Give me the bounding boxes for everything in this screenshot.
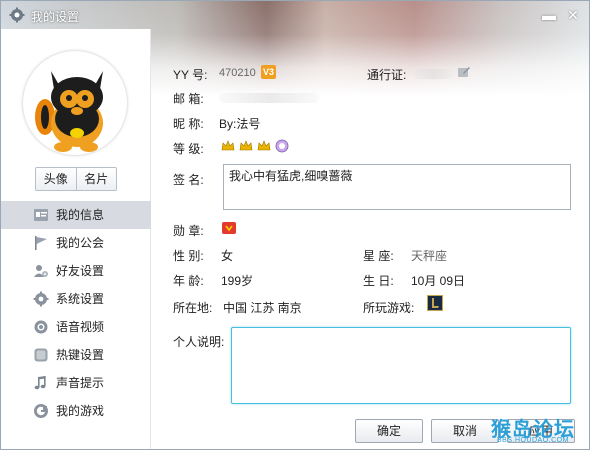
description-label: 个人说明: bbox=[173, 335, 225, 349]
nav-label: 热键设置 bbox=[56, 348, 105, 362]
gear-icon bbox=[33, 291, 49, 307]
nav-label: 我的公会 bbox=[56, 236, 105, 250]
close-button[interactable]: ✕ bbox=[565, 7, 581, 23]
medal-icon bbox=[222, 222, 236, 234]
location-value: 中国 江苏 南京 bbox=[223, 301, 302, 315]
email-label: 邮 箱: bbox=[173, 92, 204, 106]
nav-system-settings[interactable]: 系统设置 bbox=[1, 285, 151, 313]
nav-friend-settings[interactable]: 好友设置 bbox=[1, 257, 151, 285]
yy-label: YY 号: bbox=[173, 68, 208, 82]
nav-label: 好友设置 bbox=[56, 264, 105, 278]
signature-input[interactable]: 我心中有猛虎,细嗅蔷薇 bbox=[223, 164, 571, 210]
birthday-label: 生 日: bbox=[363, 274, 394, 288]
games-label: 所玩游戏: bbox=[363, 301, 415, 315]
gender-value: 女 bbox=[221, 249, 234, 263]
description-textarea[interactable] bbox=[231, 327, 571, 404]
nickname-label: 昵 称: bbox=[173, 117, 204, 131]
nav-label: 我的信息 bbox=[56, 208, 105, 222]
nav-sound-alerts[interactable]: 声音提示 bbox=[1, 369, 151, 397]
constellation-label: 星 座: bbox=[363, 249, 394, 263]
window-title: 我的设置 bbox=[31, 10, 80, 24]
voice-video-icon bbox=[34, 320, 48, 334]
nav-my-guild[interactable]: 我的公会 bbox=[1, 229, 151, 257]
title-bar[interactable]: 我的设置 ▬ ✕ bbox=[1, 1, 589, 29]
music-note-icon bbox=[34, 376, 46, 390]
crown-icon bbox=[257, 140, 271, 151]
passport-label: 通行证: bbox=[367, 68, 407, 82]
crown-icon bbox=[239, 140, 253, 151]
constellation-value: 天秤座 bbox=[411, 249, 448, 263]
my-info-panel: YY 号: 470210 V3 通行证: 邮 箱: 昵 称: By:法号 等 级… bbox=[151, 29, 589, 449]
nav-hotkey-settings[interactable]: 热键设置 bbox=[1, 341, 151, 369]
gender-label: 性 别: bbox=[173, 249, 204, 263]
age-value: 199岁 bbox=[221, 274, 254, 288]
batman-mascot-avatar-icon bbox=[35, 71, 103, 152]
game-lol-icon[interactable] bbox=[427, 295, 443, 311]
game-g-icon bbox=[34, 404, 48, 418]
nickname-value: By:法号 bbox=[219, 117, 261, 131]
yy-number: 470210 bbox=[219, 67, 256, 79]
nav-label: 系统设置 bbox=[56, 292, 105, 306]
crown-icon bbox=[221, 140, 235, 151]
avatar[interactable] bbox=[23, 51, 127, 155]
settings-window: 我的设置 ▬ ✕ 头像 名片 我的信息 我的公会 好友设置 系统设置 语音视频 … bbox=[0, 0, 590, 450]
ok-button[interactable]: 确定 bbox=[355, 419, 423, 443]
nav-my-games[interactable]: 我的游戏 bbox=[1, 397, 151, 425]
nav-my-info[interactable]: 我的信息 bbox=[1, 201, 151, 229]
nav-voice-video[interactable]: 语音视频 bbox=[1, 313, 151, 341]
cancel-button[interactable]: 取消 bbox=[431, 419, 499, 443]
edit-pencil-icon[interactable] bbox=[457, 65, 471, 79]
gear-icon bbox=[9, 7, 25, 23]
watermark: 猴岛论坛 BBS.HOUDAO.COM bbox=[491, 413, 587, 449]
signature-label: 签 名: bbox=[173, 173, 204, 187]
id-card-icon bbox=[34, 209, 48, 221]
email-value-redacted bbox=[219, 93, 319, 103]
friend-gear-icon bbox=[34, 265, 48, 277]
left-panel: 头像 名片 我的信息 我的公会 好友设置 系统设置 语音视频 热键设置 声音提示… bbox=[1, 29, 151, 449]
vip-level-badge: V3 bbox=[261, 65, 276, 79]
medal-label: 勋 章: bbox=[173, 224, 204, 238]
birthday-value: 10月 09日 bbox=[411, 274, 466, 288]
settings-nav: 我的信息 我的公会 好友设置 系统设置 语音视频 热键设置 声音提示 我的游戏 bbox=[1, 201, 151, 425]
minimize-button[interactable]: ▬ bbox=[541, 7, 557, 23]
tab-card[interactable]: 名片 bbox=[75, 168, 117, 190]
hotkey-icon bbox=[34, 348, 48, 362]
location-label: 所在地: bbox=[173, 301, 213, 315]
level-label: 等 级: bbox=[173, 142, 204, 156]
watermark-url: BBS.HOUDAO.COM bbox=[497, 437, 569, 444]
nav-label: 我的游戏 bbox=[56, 404, 105, 418]
avatar-card-tabs: 头像 名片 bbox=[35, 167, 117, 191]
moon-level-icon bbox=[275, 139, 289, 153]
age-label: 年 龄: bbox=[173, 274, 204, 288]
nav-label: 声音提示 bbox=[56, 376, 105, 390]
nav-label: 语音视频 bbox=[56, 320, 105, 334]
passport-value-redacted bbox=[413, 69, 453, 79]
tab-avatar[interactable]: 头像 bbox=[36, 168, 76, 190]
flag-icon bbox=[35, 236, 47, 250]
